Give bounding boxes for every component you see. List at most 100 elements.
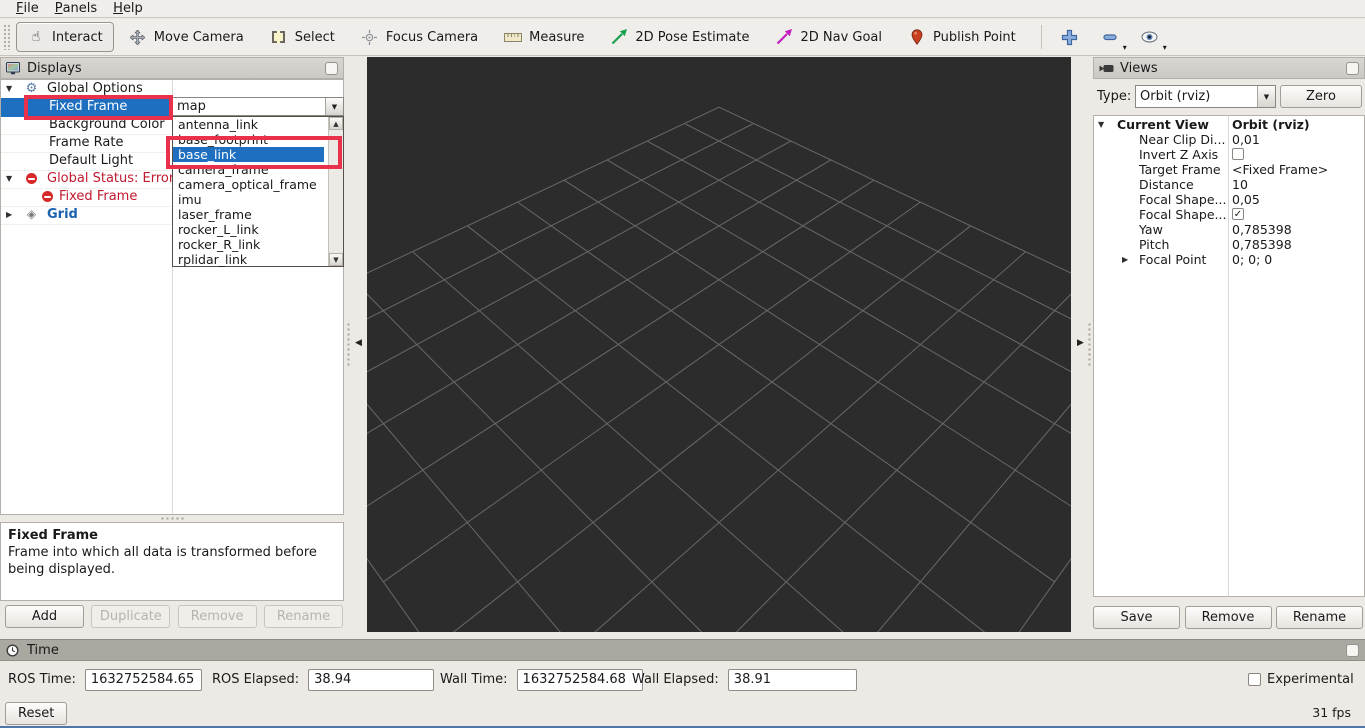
menu-file[interactable]: File	[8, 0, 47, 17]
help-title: Fixed Frame	[8, 528, 336, 545]
camcorder-icon	[1099, 61, 1115, 75]
chevron-down-icon[interactable]: ▼	[325, 98, 343, 115]
view-type-combo[interactable]: Orbit (rviz) ▼	[1135, 85, 1276, 108]
displays-row-frame-rate[interactable]: Frame Rate	[1, 134, 171, 153]
views-row-target-frame-3[interactable]: Target Frame<Fixed Frame>	[1094, 162, 1362, 177]
property-checkbox[interactable]: ✓	[1232, 208, 1244, 220]
toolbar-tools: ☝InteractMove CameraSelectFocus Camera Me…	[16, 19, 1031, 55]
displays-panel-title: Displays	[27, 61, 82, 76]
fixed-frame-value: map	[173, 100, 325, 113]
property-name: Distance	[1139, 177, 1194, 192]
frame-option-laser-frame[interactable]: laser_frame	[173, 207, 324, 222]
tool-zoom-in[interactable]	[1052, 22, 1088, 52]
frame-option-base-link[interactable]: base_link	[173, 147, 324, 162]
frame-option-base-footprint[interactable]: base_footprint	[173, 132, 324, 147]
scroll-up-icon[interactable]: ▲	[329, 117, 343, 130]
frame-option-antenna-link[interactable]: antenna_link	[173, 117, 324, 132]
popup-scrollbar[interactable]: ▲ ▼	[328, 117, 343, 266]
frame-option-rocker-r-link[interactable]: rocker_R_link	[173, 237, 324, 252]
time-panel-header: Time	[0, 639, 1365, 661]
dropdown-caret-icon: ▾	[1123, 44, 1127, 52]
zero-button[interactable]: Zero	[1280, 85, 1362, 108]
collapse-left-panel-button[interactable]: ◀	[353, 336, 364, 350]
experimental-checkbox[interactable]	[1248, 673, 1261, 686]
tool-2d-nav-goal[interactable]: 2D Nav Goal	[764, 22, 893, 52]
displays-row-global-options[interactable]: ▼⚙Global Options	[1, 80, 171, 99]
expander-icon[interactable]: ▼	[6, 170, 12, 188]
views-tree: ▼Current ViewOrbit (rviz)Near Clip Di...…	[1093, 115, 1365, 597]
views-save-button[interactable]: Save	[1093, 606, 1180, 629]
property-value: Orbit (rviz)	[1232, 117, 1310, 132]
menu-help[interactable]: Help	[105, 0, 151, 17]
gear-icon: ⚙	[25, 82, 38, 95]
displays-row-fixed-frame[interactable]: Fixed Frame	[1, 188, 171, 207]
displays-row-global-status-error[interactable]: ▼Global Status: Error	[1, 170, 171, 189]
nav-goal-arrow-icon	[775, 28, 793, 46]
tool-move-camera[interactable]: Move Camera	[118, 22, 255, 52]
displays-row-fixed-frame[interactable]: Fixed Frame	[1, 98, 171, 117]
collapse-right-panel-button[interactable]: ▶	[1075, 336, 1086, 350]
displays-row-grid[interactable]: ▶◈Grid	[1, 206, 171, 225]
tool-publish-point[interactable]: Publish Point	[897, 22, 1027, 52]
expander-icon[interactable]: ▶	[1122, 252, 1128, 267]
left-splitter-handle[interactable]	[346, 322, 352, 368]
error-icon	[41, 190, 54, 203]
zoom-in-icon	[1061, 28, 1079, 46]
time-field-ros-time: ROS Time:1632752584.65	[8, 668, 202, 691]
toolbar-drag-handle[interactable]	[3, 24, 10, 50]
grid-plane	[367, 57, 1071, 632]
views-row-invert-z-axis-2[interactable]: Invert Z Axis	[1094, 147, 1362, 162]
time-field-ros-elapsed: ROS Elapsed:38.94	[212, 668, 434, 691]
time-panel-float-button[interactable]	[1346, 644, 1359, 657]
tool-measure[interactable]: Measure	[493, 22, 595, 52]
chevron-down-icon[interactable]: ▼	[1257, 86, 1275, 107]
views-row-distance-4[interactable]: Distance10	[1094, 177, 1362, 192]
3d-viewport[interactable]	[367, 57, 1071, 632]
displays-add-button[interactable]: Add	[5, 605, 84, 628]
views-row-focal-point-9[interactable]: ▶Focal Point0; 0; 0	[1094, 252, 1362, 267]
frame-option-camera-frame[interactable]: camera_frame	[173, 162, 324, 177]
time-field-value[interactable]: 38.91	[728, 669, 857, 691]
views-rename-button[interactable]: Rename	[1276, 606, 1363, 629]
row-label: Default Light	[49, 152, 133, 170]
views-row-yaw-7[interactable]: Yaw0,785398	[1094, 222, 1362, 237]
views-remove-button[interactable]: Remove	[1185, 606, 1272, 629]
tool-zoom-out[interactable]: ▾	[1092, 22, 1128, 52]
views-row-focal-shape-6[interactable]: Focal Shape...✓	[1094, 207, 1362, 222]
time-field-value[interactable]: 1632752584.68	[517, 669, 643, 691]
reset-button[interactable]: Reset	[5, 702, 67, 725]
displays-panel-float-button[interactable]	[325, 62, 338, 75]
expander-icon[interactable]: ▼	[6, 80, 12, 98]
tool-select[interactable]: Select	[259, 22, 346, 52]
tool-label: Measure	[529, 30, 584, 45]
property-value: 0,785398	[1232, 237, 1292, 252]
type-label: Type:	[1097, 89, 1131, 104]
frame-option-imu[interactable]: imu	[173, 192, 324, 207]
scroll-down-icon[interactable]: ▼	[329, 253, 343, 266]
fixed-frame-combo[interactable]: map ▼	[172, 97, 344, 116]
tool-eye[interactable]: ▾	[1132, 22, 1168, 52]
frame-option-rocker-l-link[interactable]: rocker_L_link	[173, 222, 324, 237]
property-checkbox[interactable]	[1232, 148, 1244, 160]
expander-icon[interactable]: ▼	[1098, 117, 1104, 132]
time-field-value[interactable]: 38.94	[308, 669, 434, 691]
tool-interact[interactable]: ☝Interact	[16, 22, 114, 52]
property-value: 0,05	[1232, 192, 1260, 207]
views-panel-float-button[interactable]	[1346, 62, 1359, 75]
views-row-current-view-0[interactable]: ▼Current ViewOrbit (rviz)	[1094, 117, 1362, 132]
frame-option-camera-optical-frame[interactable]: camera_optical_frame	[173, 177, 324, 192]
tool-2d-pose-estimate[interactable]: 2D Pose Estimate	[599, 22, 760, 52]
menu-panels[interactable]: Panels	[47, 0, 105, 17]
time-field-value[interactable]: 1632752584.65	[85, 669, 202, 691]
displays-row-default-light[interactable]: Default Light	[1, 152, 171, 171]
displays-row-background-color[interactable]: Background Color	[1, 116, 171, 135]
property-name: Focal Point	[1139, 252, 1206, 267]
tool-focus-camera[interactable]: Focus Camera	[350, 22, 489, 52]
tool-label: Publish Point	[933, 30, 1016, 45]
views-row-near-clip-di-1[interactable]: Near Clip Di...0,01	[1094, 132, 1362, 147]
expander-icon[interactable]: ▶	[6, 206, 12, 224]
property-name: Target Frame	[1139, 162, 1221, 177]
views-row-focal-shape-5[interactable]: Focal Shape...0,05	[1094, 192, 1362, 207]
frame-option-rplidar-link[interactable]: rplidar_link	[173, 252, 324, 267]
views-row-pitch-8[interactable]: Pitch0,785398	[1094, 237, 1362, 252]
